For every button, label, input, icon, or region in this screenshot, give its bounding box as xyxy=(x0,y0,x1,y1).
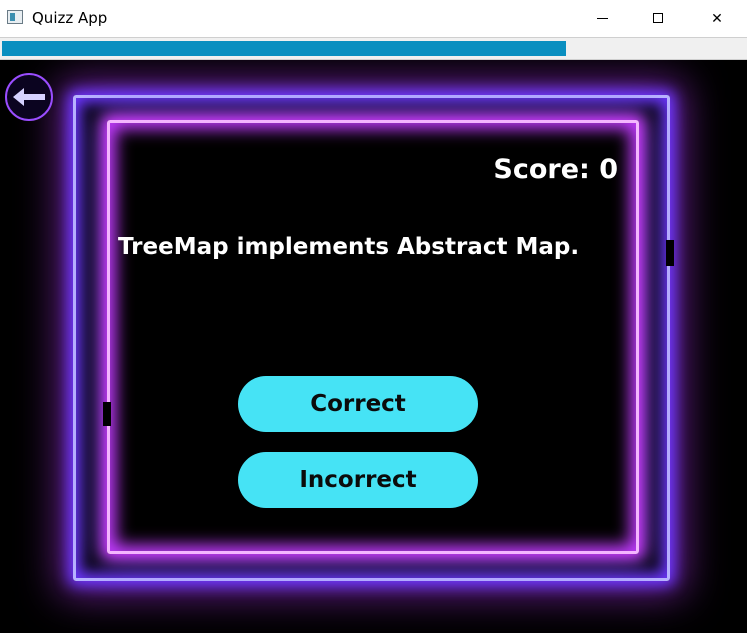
close-icon: ✕ xyxy=(711,9,723,26)
minimize-icon xyxy=(596,17,608,19)
incorrect-button[interactable]: Incorrect xyxy=(238,452,478,508)
score-label: Score: 0 xyxy=(493,154,618,185)
quiz-stage: Score: 0 TreeMap implements Abstract Map… xyxy=(0,60,747,633)
quiz-progress-bar xyxy=(0,37,747,60)
maximize-button[interactable] xyxy=(635,0,681,36)
close-button[interactable]: ✕ xyxy=(694,0,740,36)
minimize-button[interactable] xyxy=(579,0,625,36)
neon-gap xyxy=(103,402,111,426)
question-text: TreeMap implements Abstract Map. xyxy=(118,234,580,260)
back-button[interactable] xyxy=(5,73,53,121)
neon-gap xyxy=(666,240,674,266)
window-title: Quizz App xyxy=(32,9,108,27)
app-window-icon xyxy=(7,10,23,24)
maximize-icon xyxy=(653,13,663,23)
correct-button[interactable]: Correct xyxy=(238,376,478,432)
progress-fill xyxy=(2,41,566,56)
back-arrow-icon xyxy=(13,88,45,106)
title-bar: Quizz App ✕ xyxy=(0,0,747,37)
